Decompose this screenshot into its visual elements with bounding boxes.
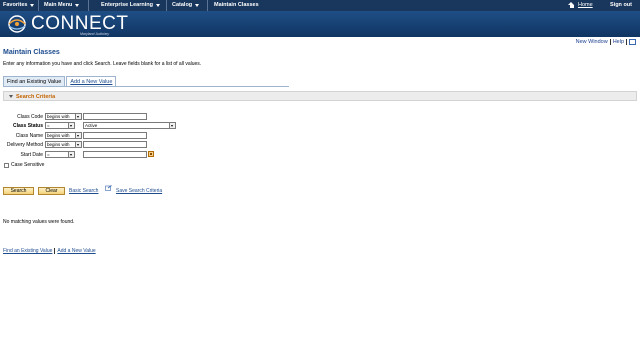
start-date-label-cell: Start Date xyxy=(0,151,43,158)
class-name-operator[interactable]: begins with xyxy=(45,132,82,139)
find-existing-value-link[interactable]: Find an Existing Value xyxy=(3,248,52,254)
dropdown-arrow-icon xyxy=(68,123,74,128)
utility-links: New Window Help xyxy=(576,39,636,45)
logo-subtitle: Maryland Judiciary xyxy=(80,32,110,36)
status-value: Active xyxy=(85,123,98,128)
class-status-operator[interactable]: = xyxy=(45,122,75,129)
help-link[interactable]: Help xyxy=(613,39,624,45)
basic-search-link[interactable]: Basic Search xyxy=(69,188,98,194)
enterprise-learning-label: Enterprise Learning xyxy=(101,2,153,8)
collapse-triangle-icon xyxy=(9,95,13,98)
home-label: Home xyxy=(578,2,593,8)
home-icon xyxy=(568,2,575,8)
chevron-down-icon xyxy=(75,3,80,7)
add-new-value-link[interactable]: Add a New Value xyxy=(57,248,95,254)
class-code-label: Class Code xyxy=(17,114,43,120)
search-criteria-header[interactable]: Search Criteria xyxy=(3,91,637,101)
divider xyxy=(626,39,627,45)
delivery-method-label: Delivery Method xyxy=(6,142,43,148)
main-menu[interactable]: Main Menu xyxy=(44,2,80,8)
customize-page-icon[interactable] xyxy=(629,39,636,45)
favorites-label: Favorites xyxy=(3,2,28,8)
new-window-link[interactable]: New Window xyxy=(576,39,608,45)
divider xyxy=(88,0,89,11)
start-date-input[interactable] xyxy=(83,151,147,158)
top-navigation-bar: Favorites Main Menu Enterprise Learning … xyxy=(0,0,640,11)
start-date-label: Start Date xyxy=(20,152,43,158)
operator-value: = xyxy=(47,152,50,157)
dropdown-arrow-icon xyxy=(169,123,175,128)
maintain-classes-breadcrumb[interactable]: Maintain Classes xyxy=(214,2,259,8)
case-sensitive-label: Case Sensitive xyxy=(11,162,45,168)
class-status-label-cell: Class Status xyxy=(0,122,43,129)
save-search-criteria-link[interactable]: Save Search Criteria xyxy=(116,188,162,194)
class-status-label: Class Status xyxy=(12,123,43,129)
maintain-classes-label: Maintain Classes xyxy=(214,2,259,8)
dropdown-arrow-icon xyxy=(75,114,81,119)
tab-label: Find an Existing Value xyxy=(7,78,62,85)
divider xyxy=(609,39,611,45)
banner: CONNECT Maryland Judiciary xyxy=(0,11,640,37)
operator-value: begins with xyxy=(47,114,70,119)
class-code-input[interactable] xyxy=(83,113,147,120)
dropdown-arrow-icon xyxy=(75,142,81,147)
divider xyxy=(54,248,56,254)
save-search-icon[interactable] xyxy=(105,185,112,191)
class-name-input[interactable] xyxy=(83,132,147,139)
class-code-label-cell: Class Code xyxy=(0,113,43,120)
search-tabs: Find an Existing Value Add a New Value xyxy=(3,76,117,86)
tab-underline xyxy=(3,86,289,87)
operator-value: begins with xyxy=(47,142,70,147)
delivery-method-label-cell: Delivery Method xyxy=(0,141,43,148)
tab-find-existing-value[interactable]: Find an Existing Value xyxy=(3,76,66,86)
favorites-menu[interactable]: Favorites xyxy=(3,2,35,8)
divider xyxy=(38,0,39,11)
tab-add-new-value[interactable]: Add a New Value xyxy=(66,76,117,86)
class-status-select[interactable]: Active xyxy=(83,122,176,129)
chevron-down-icon xyxy=(30,3,35,7)
chevron-down-icon xyxy=(155,3,160,7)
tab-label: Add a New Value xyxy=(70,78,113,85)
dropdown-arrow-icon xyxy=(75,133,81,138)
class-name-label-cell: Class Name xyxy=(0,132,43,139)
class-code-operator[interactable]: begins with xyxy=(45,113,82,120)
main-menu-label: Main Menu xyxy=(44,2,73,8)
page-title: Maintain Classes xyxy=(3,49,60,56)
sign-out-link[interactable]: Sign out xyxy=(610,2,632,8)
divider xyxy=(166,0,167,11)
instructions-text: Enter any information you have and click… xyxy=(3,61,202,67)
bottom-links: Find an Existing Value Add a New Value xyxy=(3,248,96,254)
catalog-menu[interactable]: Catalog xyxy=(172,2,200,8)
dropdown-arrow-icon xyxy=(68,152,74,157)
search-criteria-label: Search Criteria xyxy=(16,93,56,100)
divider xyxy=(207,0,208,11)
class-name-label: Class Name xyxy=(15,133,43,139)
enterprise-learning-menu[interactable]: Enterprise Learning xyxy=(101,2,160,8)
home-link[interactable]: Home xyxy=(568,2,593,8)
chevron-down-icon xyxy=(195,3,200,7)
search-button[interactable]: Search xyxy=(3,187,34,195)
connect-logo-icon xyxy=(8,15,26,33)
catalog-label: Catalog xyxy=(172,2,193,8)
delivery-method-operator[interactable]: begins with xyxy=(45,141,82,148)
operator-value: = xyxy=(47,123,50,128)
operator-value: begins with xyxy=(47,133,70,138)
start-date-operator[interactable]: = xyxy=(45,151,75,158)
delivery-method-input[interactable] xyxy=(83,141,147,148)
case-sensitive-checkbox[interactable] xyxy=(4,163,9,168)
clear-button[interactable]: Clear xyxy=(38,187,65,195)
calendar-icon[interactable] xyxy=(148,151,154,157)
no-results-message: No matching values were found. xyxy=(3,219,75,225)
